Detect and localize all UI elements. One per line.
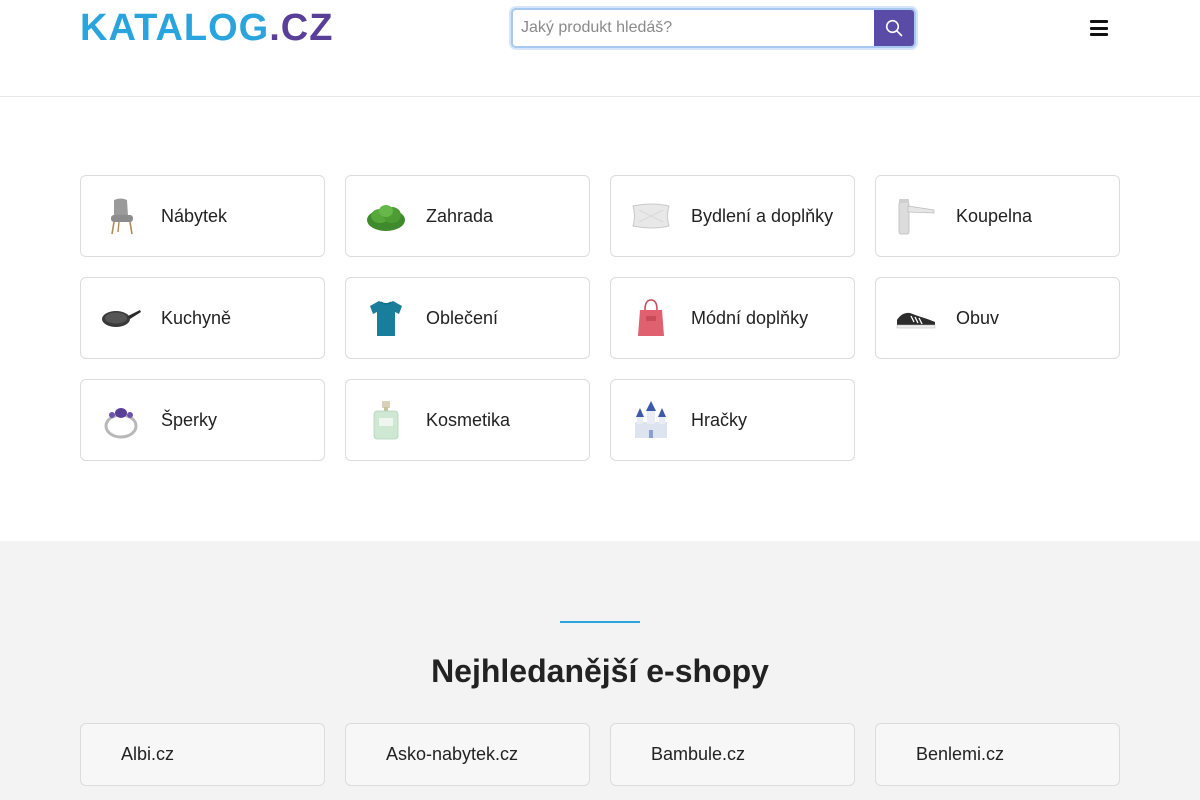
section-title: Nejhledanější e-shopy: [431, 653, 769, 689]
eshop-grid: Albi.cz Asko-nabytek.cz Bambule.cz Benle…: [80, 723, 1120, 786]
eshop-card-asko-nabytek[interactable]: Asko-nabytek.cz: [345, 723, 590, 786]
eshop-card-benlemi[interactable]: Benlemi.cz: [875, 723, 1120, 786]
search-input[interactable]: [513, 10, 874, 46]
sneaker-icon: [896, 298, 936, 338]
section-divider: [560, 621, 640, 623]
category-card-modni-doplnky[interactable]: Módní doplňky: [610, 277, 855, 359]
category-label: Nábytek: [161, 205, 228, 226]
category-card-kosmetika[interactable]: Kosmetika: [345, 379, 590, 461]
logo-tld: .CZ: [269, 7, 334, 49]
castle-toy-icon: [631, 400, 671, 440]
site-header: KATALOG .CZ: [0, 0, 1200, 97]
category-card-koupelna[interactable]: Koupelna: [875, 175, 1120, 257]
category-label: Oblečení: [426, 307, 499, 328]
search-button[interactable]: [874, 10, 914, 46]
category-card-sperky[interactable]: Šperky: [80, 379, 325, 461]
frying-pan-icon: [101, 298, 141, 338]
category-card-nabytek[interactable]: Nábytek: [80, 175, 325, 257]
category-label: Obuv: [956, 307, 1000, 328]
category-label: Hračky: [691, 409, 748, 430]
eshop-card-bambule[interactable]: Bambule.cz: [610, 723, 855, 786]
category-label: Zahrada: [426, 205, 494, 226]
handbag-icon: [631, 298, 671, 338]
faucet-icon: [896, 196, 936, 236]
category-card-obuv[interactable]: Obuv: [875, 277, 1120, 359]
ring-icon: [101, 400, 141, 440]
shrub-icon: [366, 196, 406, 236]
category-label: Módní doplňky: [691, 307, 809, 328]
category-grid: Nábytek Zahrada Bydlení a doplňky Koupel…: [80, 175, 1120, 461]
category-label: Kosmetika: [426, 409, 511, 430]
tshirt-icon: [366, 298, 406, 338]
perfume-icon: [366, 400, 406, 440]
chair-icon: [101, 196, 141, 236]
logo-main: KATALOG: [80, 7, 270, 49]
popular-eshops-section: Nejhledanější e-shopy Albi.cz Asko-nabyt…: [0, 541, 1200, 800]
search-bar: [511, 8, 916, 48]
eshop-card-albi[interactable]: Albi.cz: [80, 723, 325, 786]
category-label: Šperky: [161, 409, 218, 430]
hamburger-menu-icon[interactable]: [1088, 18, 1110, 38]
category-card-hracky[interactable]: Hračky: [610, 379, 855, 461]
category-label: Bydlení a doplňky: [691, 205, 834, 226]
category-card-bydleni[interactable]: Bydlení a doplňky: [610, 175, 855, 257]
search-icon: [885, 19, 903, 37]
site-logo[interactable]: KATALOG .CZ: [80, 8, 333, 48]
pillow-icon: [631, 196, 671, 236]
category-card-zahrada[interactable]: Zahrada: [345, 175, 590, 257]
category-label: Koupelna: [956, 205, 1033, 226]
category-label: Kuchyně: [161, 307, 232, 328]
category-card-obleceni[interactable]: Oblečení: [345, 277, 590, 359]
category-card-kuchyne[interactable]: Kuchyně: [80, 277, 325, 359]
